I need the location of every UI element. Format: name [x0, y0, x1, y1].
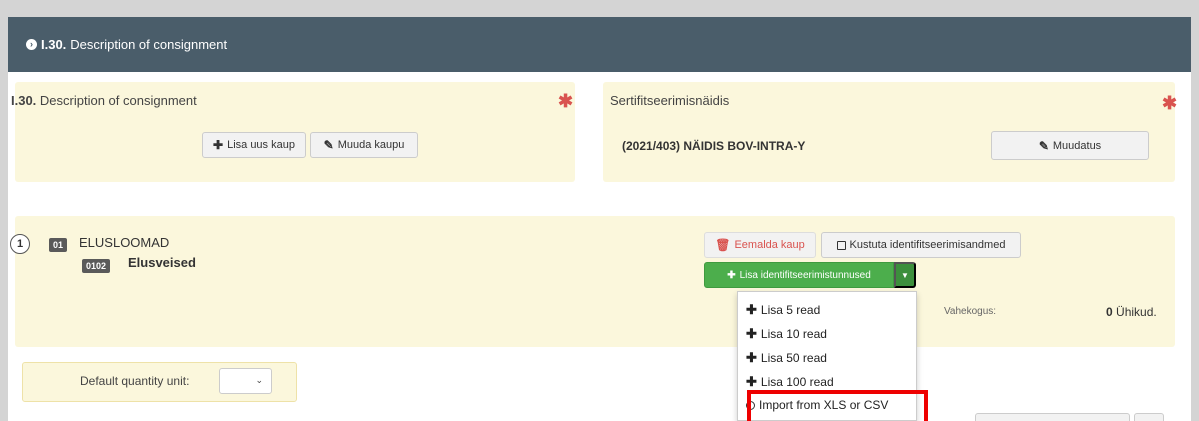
menu-item-add-100[interactable]: ✚ Lisa 100 read: [746, 374, 834, 390]
required-asterisk-icon: ✱: [558, 91, 574, 111]
menu-item-add-5[interactable]: ✚ Lisa 5 read: [746, 302, 820, 318]
subcategory-code-badge: 0102: [82, 259, 111, 273]
certificate-model-label: Sertifitseerimisnäidis: [610, 93, 730, 108]
highlight-box: [747, 390, 928, 421]
pencil-icon: ✎: [1038, 138, 1049, 153]
add-identification-button[interactable]: ✚ Lisa identifitseerimistunnused: [704, 262, 894, 288]
pencil-icon: ✎: [323, 138, 334, 152]
plus-icon: ✚: [213, 138, 224, 152]
item-index-badge: 1: [10, 234, 30, 254]
default-quantity-select[interactable]: ⌄: [219, 368, 272, 394]
trash-icon: 🗑: [715, 238, 731, 252]
partial-button[interactable]: [1134, 413, 1164, 421]
remainder-label: Vahekogus:: [944, 306, 997, 317]
certificate-name: (2021/403) NÄIDIS BOV-INTRA-Y: [622, 139, 806, 153]
screenshot-background: › I.30. Description of consignment: [0, 0, 1199, 421]
clear-identification-label: Kustuta identifitseerimisandmed: [849, 239, 1006, 251]
section-header-code: I.30.: [41, 37, 67, 52]
default-quantity-label: Default quantity unit:: [80, 374, 190, 388]
chevron-down-icon: ⌄: [255, 375, 263, 385]
remove-goods-button[interactable]: 🗑 Eemalda kaup: [704, 232, 816, 258]
plus-icon: ✚: [746, 302, 757, 317]
clear-identification-button[interactable]: Kustuta identifitseerimisandmed: [821, 232, 1021, 258]
plus-icon: ✚: [746, 326, 757, 341]
plus-icon: ✚: [746, 350, 757, 365]
section-header-title: Description of consignment: [70, 37, 228, 52]
menu-item-add-10[interactable]: ✚ Lisa 10 read: [746, 326, 827, 342]
caret-down-icon: ▼: [901, 270, 909, 280]
description-label: I.30. Description of consignment: [11, 93, 197, 108]
required-asterisk-icon: ✱: [1162, 93, 1178, 113]
add-identification-label: Lisa identifitseerimistunnused: [739, 269, 871, 281]
partial-button[interactable]: [975, 413, 1130, 421]
add-identification-dropdown-toggle[interactable]: ▼: [894, 262, 916, 288]
remove-goods-label: Eemalda kaup: [734, 239, 805, 251]
chevron-circle-icon: ›: [26, 39, 37, 50]
category-name: ELUSLOOMAD: [79, 235, 170, 250]
category-code-badge: 01: [49, 238, 68, 252]
plus-icon: ✚: [727, 269, 736, 281]
subcategory-name: Elusveised: [128, 255, 196, 270]
edit-goods-label: Muuda kaupu: [337, 139, 405, 151]
change-certificate-label: Muudatus: [1052, 139, 1102, 152]
add-goods-button[interactable]: ✚ Lisa uus kaup: [202, 132, 306, 158]
section-header[interactable]: › I.30. Description of consignment: [8, 17, 1191, 72]
edit-goods-button[interactable]: ✎ Muuda kaupu: [310, 132, 418, 158]
plus-icon: ✚: [746, 374, 757, 389]
remainder-value: 0 Ühikud.: [1106, 305, 1157, 319]
menu-item-add-50[interactable]: ✚ Lisa 50 read: [746, 350, 827, 366]
add-goods-label: Lisa uus kaup: [227, 139, 295, 151]
change-certificate-button[interactable]: ✎ Muudatus: [991, 131, 1149, 160]
square-icon: [836, 240, 846, 250]
